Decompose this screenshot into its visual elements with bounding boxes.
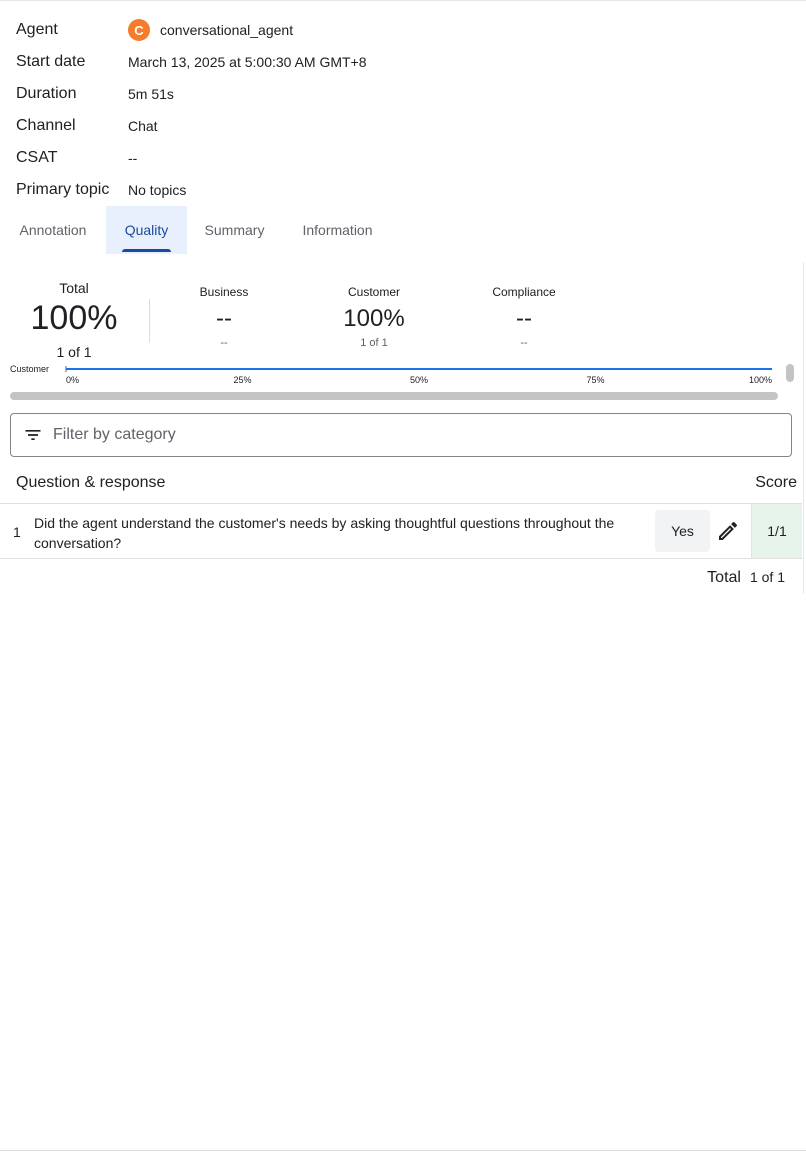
table-row: 1 Did the agent understand the customer'… bbox=[0, 503, 802, 559]
category-customer: Customer 100% 1 of 1 bbox=[324, 285, 424, 349]
table-total-label: Total bbox=[707, 569, 741, 586]
agent-name: conversational_agent bbox=[160, 22, 294, 38]
score-cell: 1/1 bbox=[751, 504, 802, 558]
horizontal-scrollbar[interactable] bbox=[10, 392, 778, 400]
page-frame: Agent C conversational_agent Start date … bbox=[0, 0, 806, 1151]
total-score: Total 100% 1 of 1 bbox=[24, 280, 124, 360]
question-number: 1 bbox=[13, 524, 21, 540]
primary-topic-label: Primary topic bbox=[16, 181, 110, 198]
quality-panel[interactable]: Total 100% 1 of 1 Business -- -- Custome… bbox=[0, 254, 806, 599]
question-text: Did the agent understand the customer's … bbox=[34, 515, 615, 551]
meta-row-duration: Duration 5m 51s bbox=[16, 82, 616, 106]
chart-tick-label: 100% bbox=[749, 375, 772, 385]
category-compliance-value: -- bbox=[516, 305, 532, 332]
duration-label: Duration bbox=[16, 85, 77, 102]
score-header: Score bbox=[755, 474, 797, 491]
csat-label: CSAT bbox=[16, 149, 58, 166]
category-business-count: -- bbox=[220, 337, 228, 349]
category-compliance: Compliance -- -- bbox=[474, 285, 574, 349]
tab-information[interactable]: Information bbox=[282, 206, 393, 254]
chart-tick-label: 25% bbox=[233, 375, 251, 385]
chart-series-label: Customer bbox=[10, 364, 49, 374]
duration-value: 5m 51s bbox=[128, 86, 174, 102]
total-score-value: 100% bbox=[30, 299, 118, 337]
tab-bar: Annotation Quality Summary Information bbox=[0, 206, 393, 254]
csat-value: -- bbox=[128, 150, 138, 166]
chart-tick-label: 0% bbox=[66, 375, 79, 385]
agent-value: C conversational_agent bbox=[128, 19, 293, 41]
category-compliance-label: Compliance bbox=[492, 285, 556, 299]
chart-tick-label: 50% bbox=[410, 375, 428, 385]
category-customer-count: 1 of 1 bbox=[360, 337, 388, 349]
agent-label: Agent bbox=[16, 21, 58, 38]
filter-input[interactable] bbox=[53, 426, 753, 444]
start-date-value: March 13, 2025 at 5:00:30 AM GMT+8 bbox=[128, 54, 367, 70]
meta-row-channel: Channel Chat bbox=[16, 114, 616, 138]
category-compliance-count: -- bbox=[520, 337, 528, 349]
category-customer-label: Customer bbox=[347, 285, 400, 299]
chart-tick-label: 75% bbox=[586, 375, 604, 385]
category-customer-value: 100% bbox=[343, 305, 405, 332]
category-business-value: -- bbox=[216, 305, 232, 332]
channel-value: Chat bbox=[128, 118, 158, 134]
panel-scroll-track bbox=[803, 262, 804, 594]
table-total: Total 1 of 1 bbox=[707, 569, 785, 587]
meta-row-start-date: Start date March 13, 2025 at 5:00:30 AM … bbox=[16, 50, 616, 74]
divider bbox=[149, 299, 150, 343]
tab-summary[interactable]: Summary bbox=[187, 206, 282, 254]
avatar: C bbox=[128, 19, 150, 41]
tab-quality[interactable]: Quality bbox=[106, 206, 187, 254]
tab-annotation[interactable]: Annotation bbox=[0, 206, 106, 254]
category-business: Business -- -- bbox=[174, 285, 274, 349]
question-response-header: Question & response bbox=[16, 474, 166, 491]
answer-chip[interactable]: Yes bbox=[655, 510, 710, 552]
table-total-value: 1 of 1 bbox=[749, 569, 785, 585]
meta-row-agent: Agent C conversational_agent bbox=[16, 18, 616, 42]
meta-row-primary-topic: Primary topic No topics bbox=[16, 178, 616, 202]
filter-list-icon bbox=[25, 430, 41, 440]
pencil-icon[interactable] bbox=[716, 519, 740, 543]
category-bar-chart-svg: Customer 0% 25% 50% 75% 100% bbox=[10, 364, 772, 385]
category-bar-chart: Customer 0% 25% 50% 75% 100% bbox=[6, 361, 782, 395]
meta-row-csat: CSAT -- bbox=[16, 146, 616, 170]
vertical-scrollbar-thumb[interactable] bbox=[786, 364, 794, 382]
primary-topic-value: No topics bbox=[128, 182, 187, 198]
total-score-count: 1 of 1 bbox=[56, 344, 92, 360]
total-score-label: Total bbox=[59, 280, 89, 296]
category-business-label: Business bbox=[199, 285, 249, 299]
filter-by-category-field[interactable] bbox=[10, 413, 792, 457]
start-date-label: Start date bbox=[16, 53, 86, 70]
channel-label: Channel bbox=[16, 117, 76, 134]
